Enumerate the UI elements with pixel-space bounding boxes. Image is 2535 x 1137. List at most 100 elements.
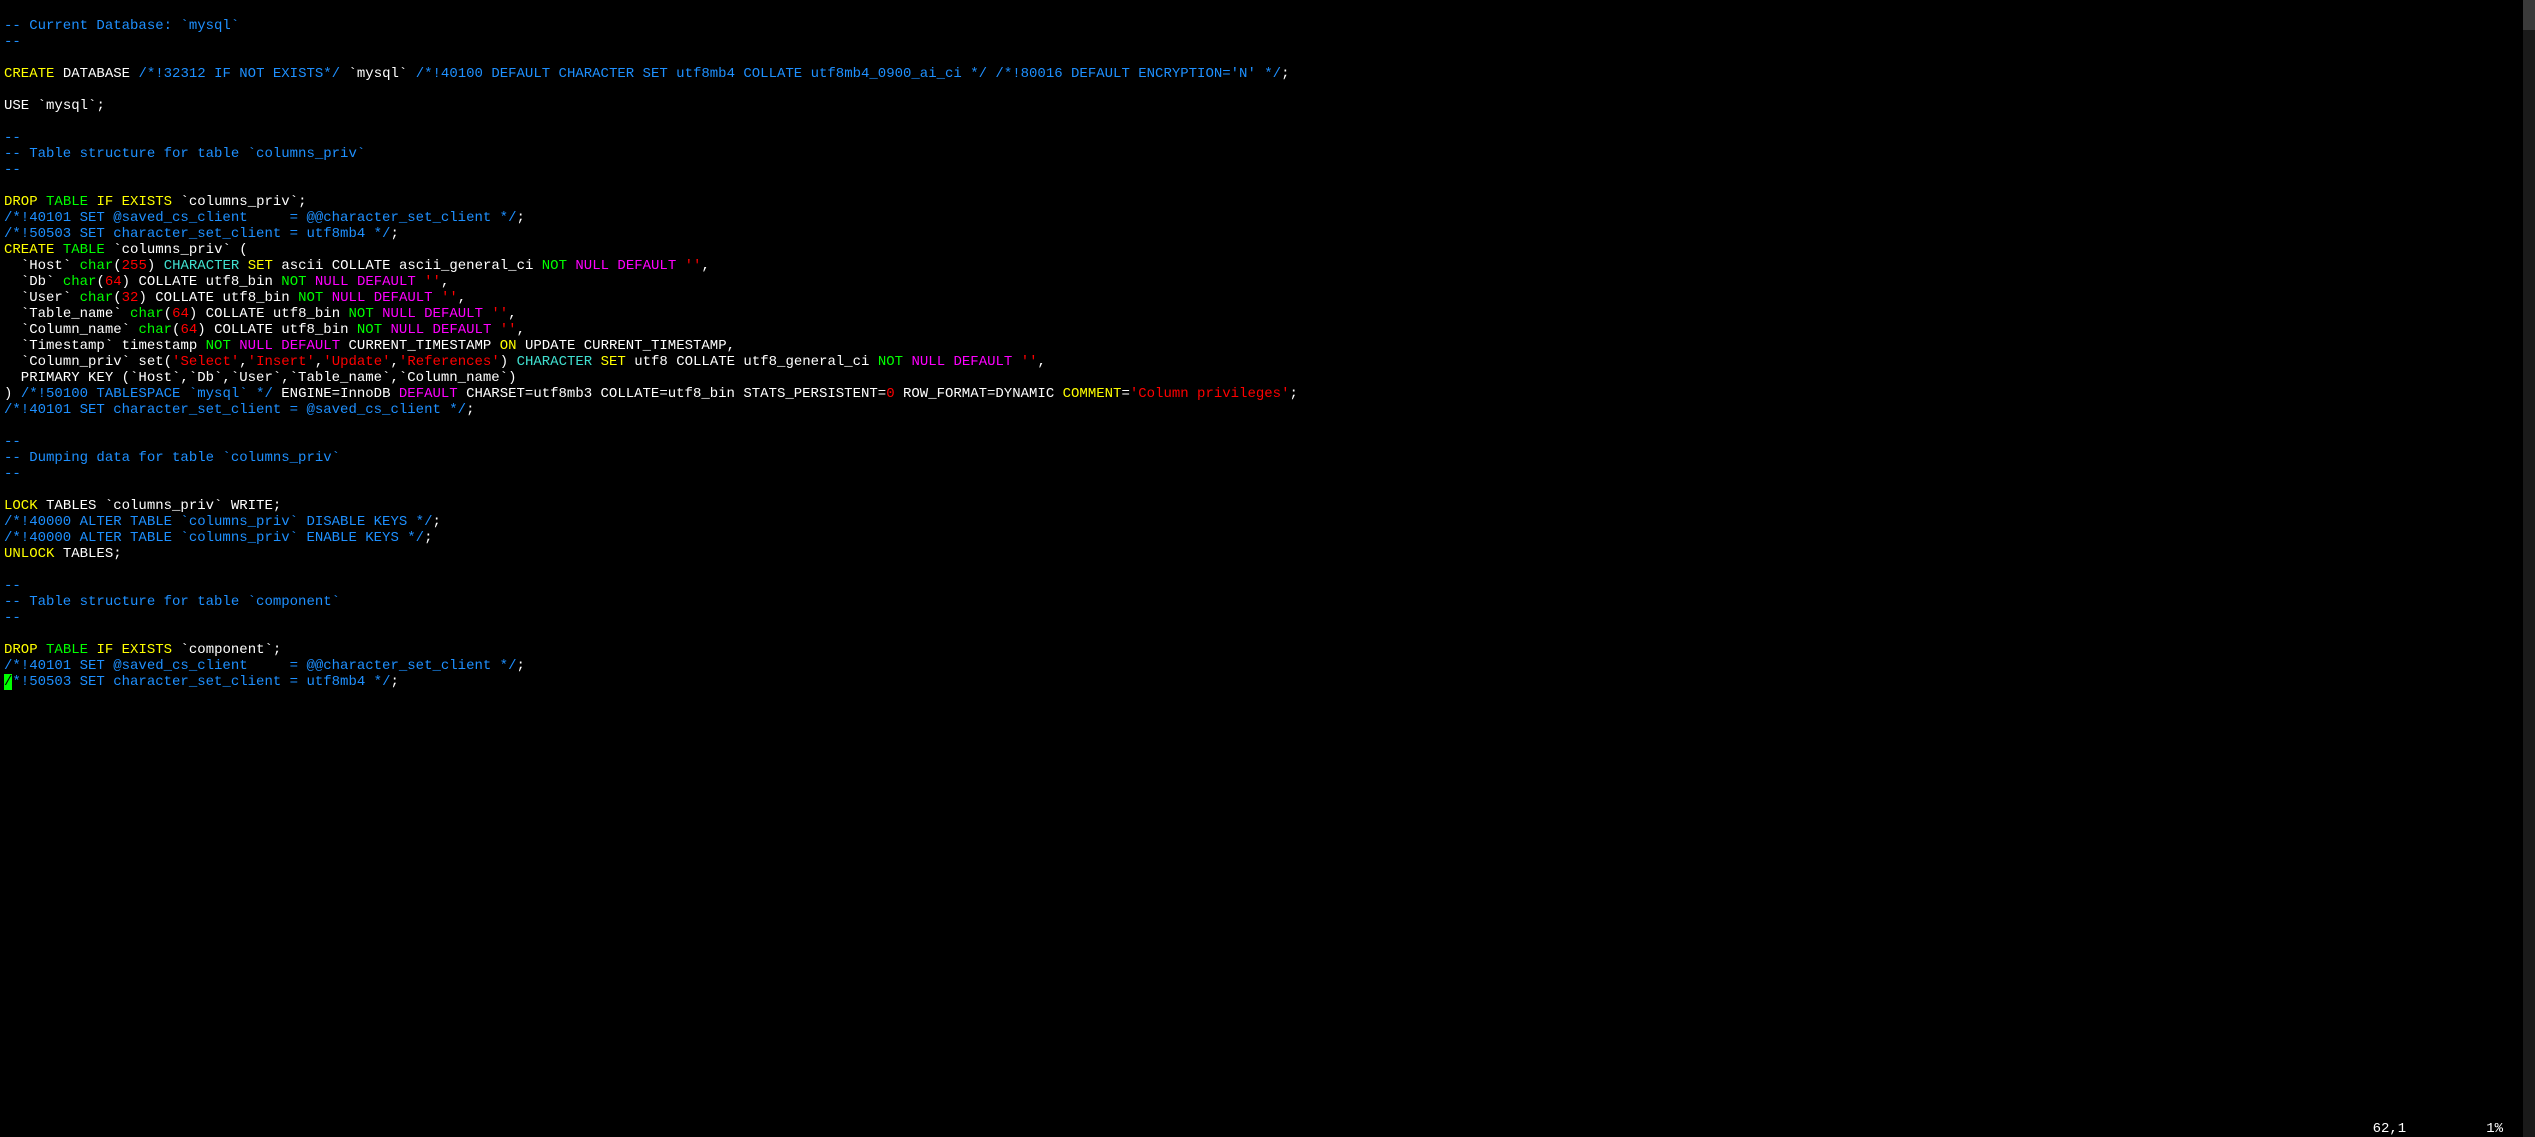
sql-comment: -- Current Database: `mysql`	[4, 18, 239, 34]
semicolon: ;	[1289, 386, 1297, 402]
num-32: 32	[122, 290, 139, 306]
version-comment: /*!40101 SET @saved_cs_client = @@charac…	[4, 658, 516, 674]
kw-character: CHARACTER	[164, 258, 240, 274]
indent	[4, 274, 21, 290]
kw-null: NULL	[332, 290, 366, 306]
version-comment: /*!40101 SET @saved_cs_client = @@charac…	[4, 210, 516, 226]
engine: ENGINE=InnoDB	[273, 386, 399, 402]
unlock-tables: TABLES;	[54, 546, 121, 562]
kw-not: NOT	[542, 258, 567, 274]
col-timestamp: `Timestamp`	[21, 338, 113, 354]
ident-columns-priv: `columns_priv`	[180, 194, 298, 210]
utf8-collate: utf8 COLLATE utf8_general_ci	[626, 354, 878, 370]
kw-null: NULL	[239, 338, 273, 354]
kw-default: DEFAULT	[424, 306, 483, 322]
str-insert: 'Insert'	[248, 354, 315, 370]
sql-comment: --	[4, 466, 21, 482]
editor-viewport: -- Current Database: `mysql` -- CREATE D…	[0, 0, 2535, 1137]
empty-string: ''	[441, 290, 458, 306]
status-position: 62,1	[2373, 1121, 2407, 1137]
col-column-priv: `Column_priv`	[21, 354, 130, 370]
comma: ,	[508, 306, 516, 322]
indent	[4, 354, 21, 370]
paren: (	[164, 306, 172, 322]
charset-tail: CHARSET=utf8mb3 COLLATE=utf8_bin STATS_P…	[458, 386, 886, 402]
ident-component: `component`	[180, 642, 272, 658]
paren: )	[197, 322, 205, 338]
paren: (	[96, 274, 104, 290]
kw-exists: EXISTS	[122, 194, 172, 210]
str-select: 'Select'	[172, 354, 239, 370]
kw-drop: DROP	[4, 194, 38, 210]
col-host: `Host`	[21, 258, 71, 274]
empty-string: ''	[424, 274, 441, 290]
col-column-name: `Column_name`	[21, 322, 130, 338]
empty-string: ''	[685, 258, 702, 274]
version-comment: /*!40100 DEFAULT CHARACTER SET utf8mb4 C…	[416, 66, 987, 82]
comma: ,	[391, 354, 399, 370]
kw-if: IF	[96, 194, 113, 210]
sql-comment: -- Table structure for table `component`	[4, 594, 340, 610]
num-255: 255	[122, 258, 147, 274]
str-update: 'Update'	[323, 354, 390, 370]
open-paren: (	[231, 242, 248, 258]
kw-not: NOT	[206, 338, 231, 354]
collate: COLLATE utf8_bin	[206, 322, 357, 338]
kw-set-type: set	[130, 354, 164, 370]
collate: COLLATE utf8_bin	[147, 290, 298, 306]
sql-comment: -- Table structure for table `columns_pr…	[4, 146, 365, 162]
kw-not: NOT	[281, 274, 306, 290]
sql-comment: --	[4, 34, 21, 50]
sql-comment: --	[4, 610, 21, 626]
kw-use: USE	[4, 98, 29, 114]
comma: ,	[441, 274, 449, 290]
kw-table: TABLE	[63, 242, 105, 258]
comma: ,	[517, 322, 525, 338]
sql-comment: --	[4, 578, 21, 594]
ident-mysql: `mysql`	[349, 66, 408, 82]
col-table-name: `Table_name`	[21, 306, 122, 322]
version-comment: /*!40000 ALTER TABLE `columns_priv` DISA…	[4, 514, 432, 530]
sql-comment: -- Dumping data for table `columns_priv`	[4, 450, 340, 466]
num-64: 64	[180, 322, 197, 338]
kw-set: SET	[248, 258, 273, 274]
kw-create: CREATE	[4, 66, 54, 82]
indent	[4, 258, 21, 274]
kw-character: CHARACTER	[517, 354, 593, 370]
empty-string: ''	[491, 306, 508, 322]
semicolon: ;	[432, 514, 440, 530]
kw-default: DEFAULT	[617, 258, 676, 274]
type-char: char	[63, 274, 97, 290]
rowformat: ROW_FORMAT=DYNAMIC	[895, 386, 1063, 402]
str-colpriv: 'Column privileges'	[1130, 386, 1290, 402]
sql-comment: --	[4, 434, 21, 450]
kw-not: NOT	[298, 290, 323, 306]
kw-if: IF	[96, 642, 113, 658]
primary-key: PRIMARY KEY (`Host`,`Db`,`User`,`Table_n…	[4, 370, 516, 386]
empty-string: ''	[500, 322, 517, 338]
version-comment: /*!50503 SET character_set_client = utf8…	[4, 226, 390, 242]
kw-not: NOT	[878, 354, 903, 370]
scrollbar-thumb[interactable]	[2523, 0, 2535, 30]
indent	[4, 322, 21, 338]
kw-unlock: UNLOCK	[4, 546, 54, 562]
indent	[4, 338, 21, 354]
ascii-collate: ascii COLLATE ascii_general_ci	[273, 258, 542, 274]
semicolon: ;	[1281, 66, 1289, 82]
type-char: char	[80, 290, 114, 306]
semicolon: ;	[516, 658, 524, 674]
semicolon: ;	[390, 674, 398, 690]
kw-set: SET	[601, 354, 626, 370]
status-percent: 1%	[2486, 1121, 2503, 1137]
collate: COLLATE utf8_bin	[197, 306, 348, 322]
kw-on: ON	[500, 338, 517, 354]
kw-null: NULL	[382, 306, 416, 322]
kw-lock: LOCK	[4, 498, 38, 514]
ident-mysql: `mysql`	[38, 98, 97, 114]
code-area[interactable]: -- Current Database: `mysql` -- CREATE D…	[0, 0, 2523, 692]
semicolon: ;	[424, 530, 432, 546]
kw-null: NULL	[315, 274, 349, 290]
version-comment: /*!40101 SET character_set_client = @sav…	[4, 402, 466, 418]
semicolon: ;	[516, 210, 524, 226]
scrollbar[interactable]	[2523, 0, 2535, 1137]
